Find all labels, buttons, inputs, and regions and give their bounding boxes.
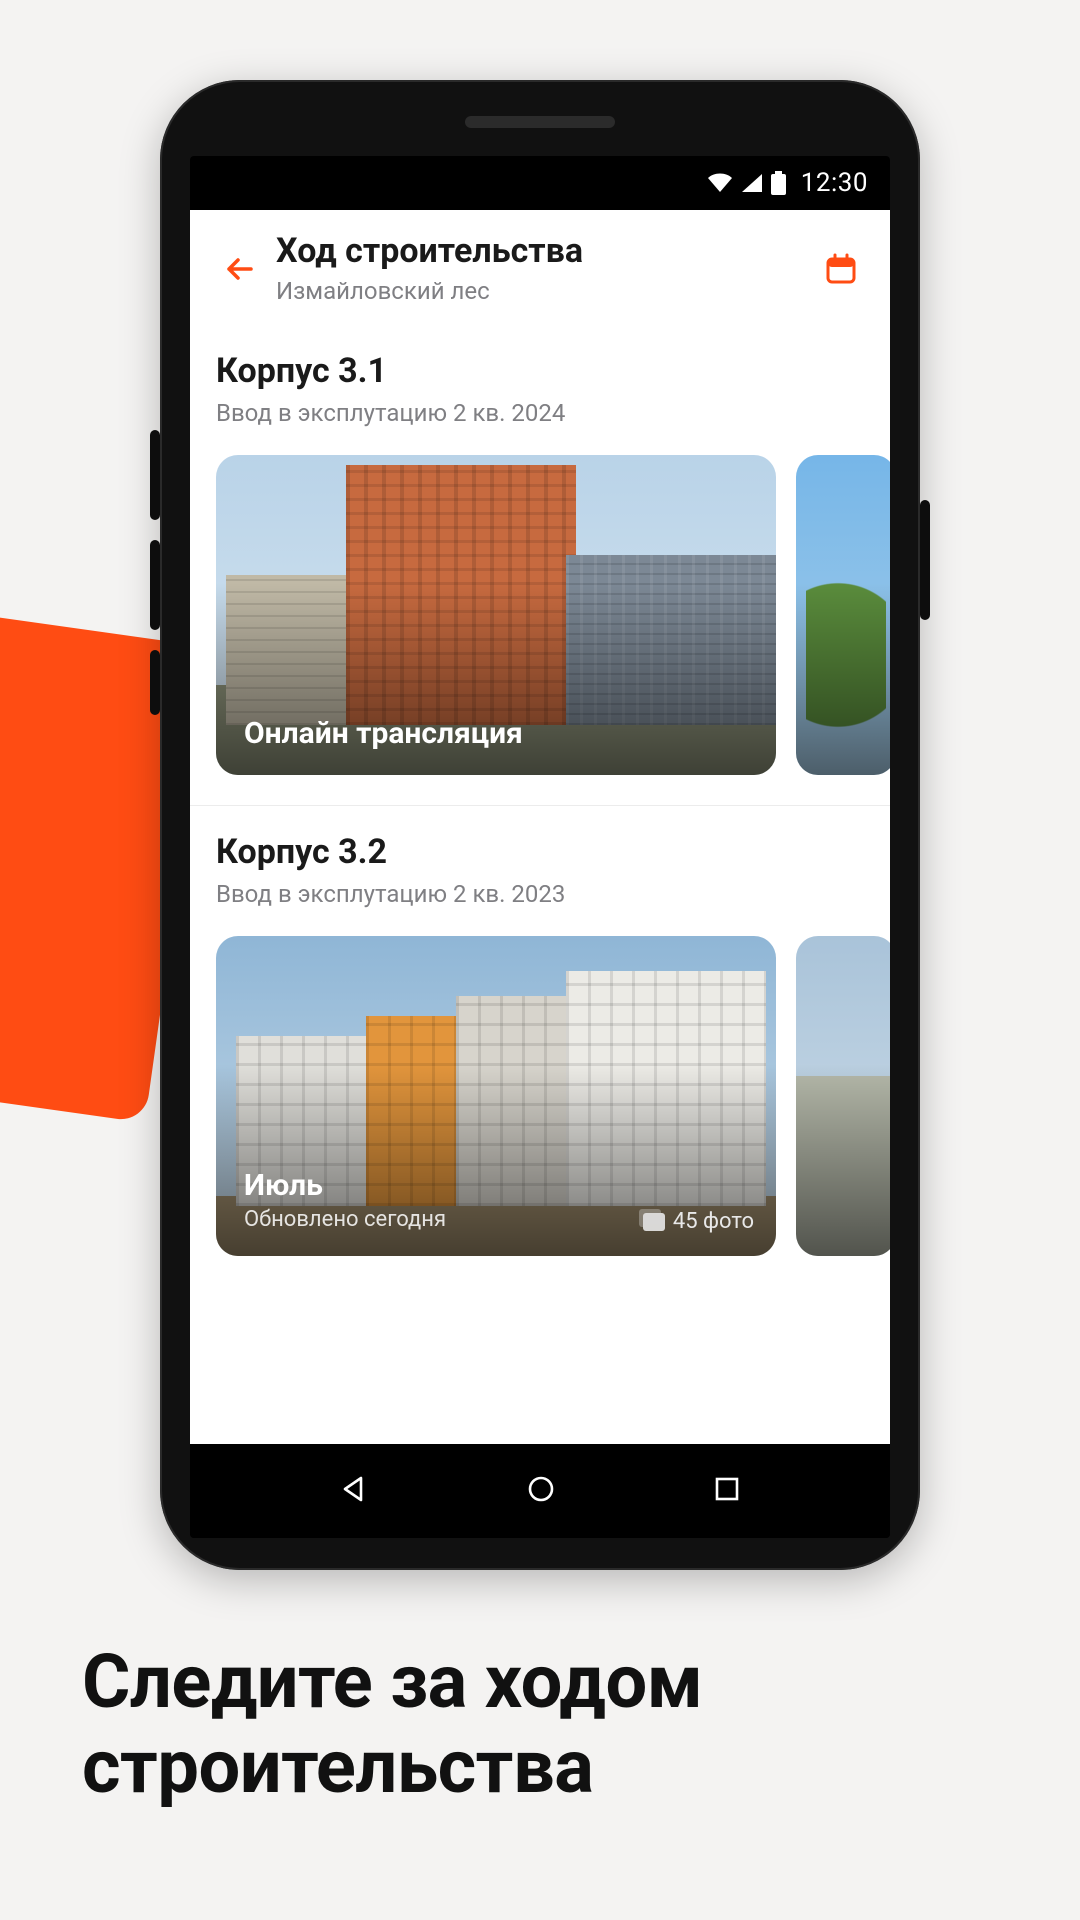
arrow-left-icon [221, 251, 257, 287]
triangle-back-icon [337, 1472, 371, 1506]
square-recents-icon [711, 1473, 743, 1505]
month-gallery-card[interactable]: Июль Обновлено сегодня 45 фото [216, 936, 776, 1256]
card-label: Июль [244, 1168, 756, 1203]
building-section: Корпус 3.2 Ввод в эксплутацию 2 кв. 2023… [190, 806, 890, 1286]
next-card-peek[interactable] [796, 936, 890, 1256]
phone-power-button [920, 500, 930, 620]
back-button[interactable] [216, 246, 262, 292]
phone-side-button [150, 430, 160, 520]
photo-count-text: 45 фото [673, 1209, 754, 1234]
building-section: Корпус 3.1 Ввод в эксплутацию 2 кв. 2024… [190, 325, 890, 806]
app-content: Ход строительства Измайловский лес Корпу… [190, 210, 890, 1444]
live-stream-card[interactable]: Онлайн трансляция [216, 455, 776, 775]
section-subtitle: Ввод в эксплутацию 2 кв. 2023 [216, 880, 864, 908]
phone-earpiece [465, 116, 615, 128]
card-label: Онлайн трансляция [244, 716, 756, 751]
wifi-icon [706, 172, 734, 194]
status-clock: 12:30 [801, 168, 868, 198]
circle-home-icon [524, 1472, 558, 1506]
phone-side-button [150, 540, 160, 630]
phone-screen: 12:30 Ход строительства Измайловский лес [190, 156, 890, 1538]
section-subtitle: Ввод в эксплутацию 2 кв. 2024 [216, 399, 864, 427]
photo-count-badge: 45 фото [643, 1209, 754, 1234]
calendar-button[interactable] [818, 246, 864, 292]
nav-recents-button[interactable] [711, 1473, 743, 1509]
status-bar: 12:30 [190, 156, 890, 210]
app-bar: Ход строительства Измайловский лес [190, 210, 890, 325]
section-title: Корпус 3.2 [216, 832, 864, 872]
photos-icon [643, 1213, 665, 1231]
page-subtitle: Измайловский лес [276, 277, 818, 305]
marketing-headline: Следите за ходом строительства [82, 1640, 998, 1810]
cards-row[interactable]: Онлайн трансляция [216, 455, 864, 775]
nav-home-button[interactable] [524, 1472, 558, 1510]
phone-side-button [150, 650, 160, 715]
section-title: Корпус 3.1 [216, 351, 864, 391]
page-title: Ход строительства [276, 232, 818, 271]
cellular-icon [740, 172, 764, 194]
nav-back-button[interactable] [337, 1472, 371, 1510]
scroll-content[interactable]: Корпус 3.1 Ввод в эксплутацию 2 кв. 2024… [190, 325, 890, 1444]
battery-icon [770, 171, 787, 195]
android-nav-bar [190, 1444, 890, 1538]
calendar-icon [824, 252, 858, 286]
phone-frame: 12:30 Ход строительства Измайловский лес [160, 80, 920, 1570]
next-card-peek[interactable] [796, 455, 890, 775]
cards-row[interactable]: Июль Обновлено сегодня 45 фото [216, 936, 864, 1256]
